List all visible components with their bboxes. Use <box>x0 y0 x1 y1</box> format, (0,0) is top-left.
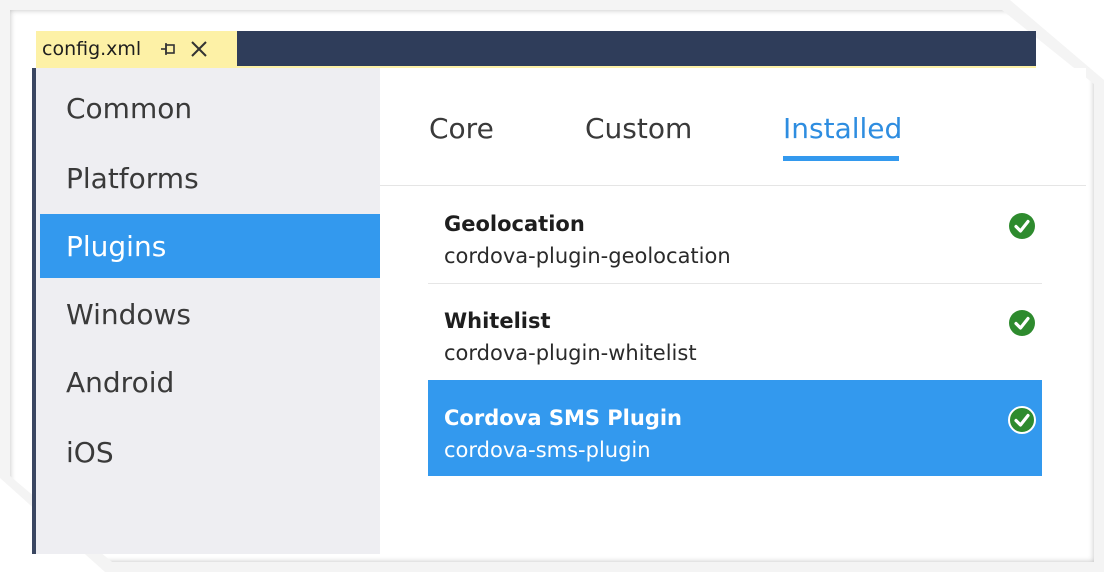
tab-custom[interactable]: Custom <box>585 112 692 145</box>
sidebar-item-common[interactable]: Common <box>40 76 380 140</box>
installed-check-icon <box>1008 309 1036 337</box>
sidebar-item-label: Platforms <box>66 161 199 195</box>
plugin-tabs: Core Custom Installed <box>380 68 1086 186</box>
tab-core[interactable]: Core <box>429 112 494 145</box>
pin-icon[interactable] <box>159 40 177 58</box>
sidebar-item-android[interactable]: Android <box>40 350 380 414</box>
config-sidebar: Common Platforms Plugins Windows Android… <box>32 68 380 554</box>
sidebar-item-windows[interactable]: Windows <box>40 282 380 346</box>
document-tab-label: config.xml <box>42 37 142 60</box>
tab-installed[interactable]: Installed <box>783 112 902 145</box>
sidebar-item-ios[interactable]: iOS <box>40 420 380 484</box>
sidebar-item-platforms[interactable]: Platforms <box>40 146 380 210</box>
plugin-row-cordova-sms[interactable]: Cordova SMS Plugin cordova-sms-plugin <box>428 380 1042 476</box>
sidebar-item-label: Windows <box>66 297 191 331</box>
active-tab-underline <box>783 156 899 161</box>
plugin-id: cordova-plugin-geolocation <box>444 244 731 268</box>
sidebar-item-label: Common <box>66 91 193 125</box>
plugin-row-whitelist[interactable]: Whitelist cordova-plugin-whitelist <box>428 283 1042 379</box>
installed-check-icon <box>1008 212 1036 240</box>
sidebar-item-label: Plugins <box>66 229 167 263</box>
plugins-panel: Core Custom Installed Geolocation cordov… <box>380 68 1086 554</box>
plugin-id: cordova-plugin-whitelist <box>444 341 697 365</box>
plugin-name: Whitelist <box>444 309 551 333</box>
plugin-name: Cordova SMS Plugin <box>444 406 683 430</box>
sidebar-item-plugins[interactable]: Plugins <box>40 214 380 278</box>
plugin-id: cordova-sms-plugin <box>444 438 651 462</box>
installed-check-icon <box>1008 406 1036 434</box>
document-tab-config[interactable]: config.xml <box>36 31 237 66</box>
sidebar-item-label: Android <box>66 365 175 399</box>
close-icon[interactable] <box>189 39 209 59</box>
plugin-name: Geolocation <box>444 212 585 236</box>
plugin-row-geolocation[interactable]: Geolocation cordova-plugin-geolocation <box>428 186 1042 282</box>
sidebar-item-label: iOS <box>66 435 114 469</box>
